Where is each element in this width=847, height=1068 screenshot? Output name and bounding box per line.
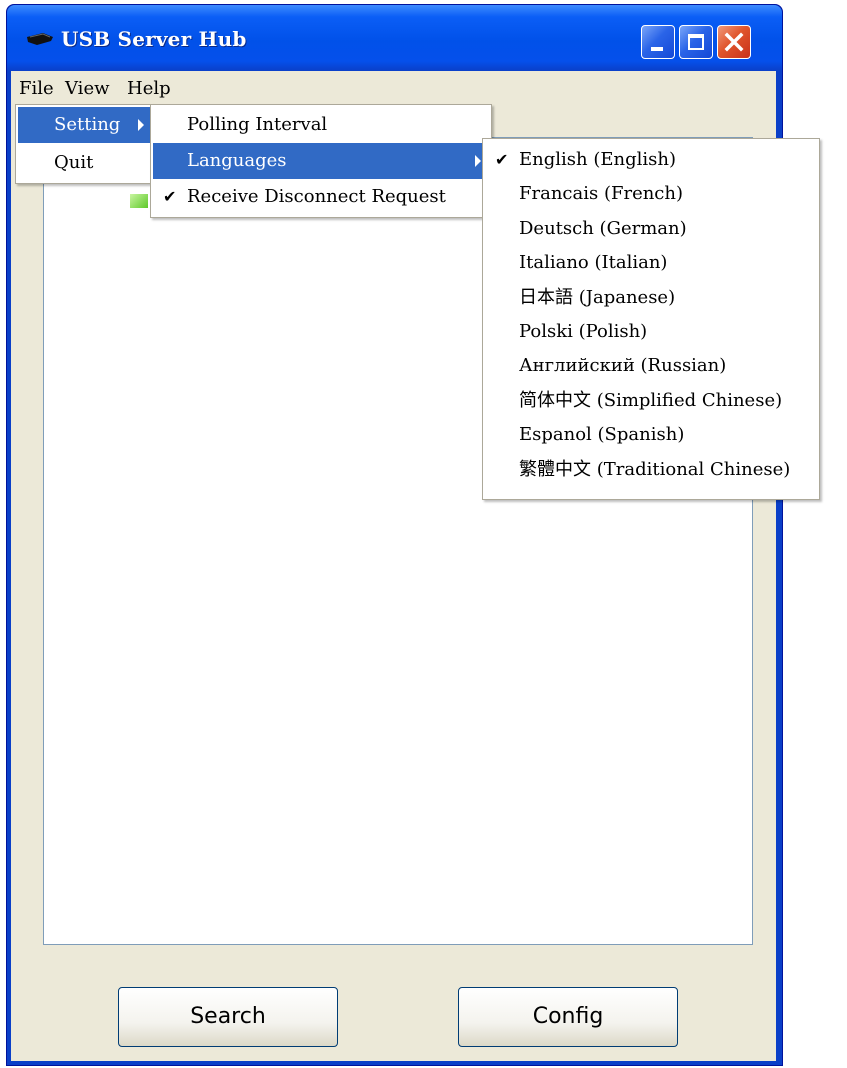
check-icon: ✔: [163, 187, 177, 206]
menu-item-receive-disconnect-request[interactable]: ✔ Receive Disconnect Request: [153, 179, 489, 215]
menu-item-label: English (English): [519, 149, 676, 170]
menu-item-setting[interactable]: Setting: [18, 107, 152, 143]
minimize-button[interactable]: [641, 25, 675, 59]
menu-item-label: Polling Interval: [187, 114, 328, 135]
menu-item-label: Polski (Polish): [519, 321, 648, 342]
menu-item-label: 简体中文 (Simplified Chinese): [519, 389, 783, 411]
menu-file[interactable]: File: [13, 75, 60, 103]
maximize-button[interactable]: [679, 25, 713, 59]
menu-item-label: Deutsch (German): [519, 217, 687, 239]
close-icon: [724, 32, 744, 52]
window-title: USB Server Hub: [61, 27, 247, 51]
language-item-italian[interactable]: Italiano (Italian): [485, 246, 817, 280]
menu-item-label: Setting: [54, 114, 121, 135]
language-item-german[interactable]: Deutsch (German): [485, 212, 817, 246]
language-item-french[interactable]: Francais (French): [485, 177, 817, 211]
language-item-simplified-chinese[interactable]: 简体中文 (Simplified Chinese): [485, 384, 817, 418]
menu-bar: File View Help: [11, 71, 776, 107]
submenu-arrow-icon: [475, 155, 481, 167]
language-item-russian[interactable]: Английский (Russian): [485, 349, 817, 383]
menu-item-label: 繁體中文 (Traditional Chinese): [519, 458, 791, 480]
close-button[interactable]: [717, 25, 751, 59]
setting-submenu: Polling Interval Languages ✔ Receive Dis…: [150, 104, 492, 218]
file-menu: Setting Quit: [15, 104, 155, 184]
languages-submenu: ✔ English (English) Francais (French) De…: [482, 138, 820, 500]
menu-help[interactable]: Help: [121, 75, 177, 103]
menu-item-label: Languages: [187, 150, 287, 171]
menu-item-label: Receive Disconnect Request: [187, 186, 446, 207]
menu-item-languages[interactable]: Languages: [153, 143, 489, 179]
menu-item-label: Quit: [54, 152, 94, 173]
menu-item-label: Английский (Russian): [519, 355, 727, 377]
check-icon: ✔: [495, 150, 509, 169]
menu-view[interactable]: View: [59, 75, 116, 103]
maximize-icon: [688, 34, 704, 50]
menu-item-polling-interval[interactable]: Polling Interval: [153, 107, 489, 143]
search-button[interactable]: Search: [118, 987, 338, 1047]
app-device-icon: [27, 33, 53, 45]
language-item-japanese[interactable]: 日本語 (Japanese): [485, 281, 817, 315]
language-item-traditional-chinese[interactable]: 繁體中文 (Traditional Chinese): [485, 453, 817, 487]
submenu-arrow-icon: [138, 119, 144, 131]
menu-item-label: Espanol (Spanish): [519, 424, 685, 446]
menu-item-quit[interactable]: Quit: [18, 145, 152, 181]
menu-item-label: 日本語 (Japanese): [519, 286, 676, 308]
device-status-icon: [130, 194, 148, 208]
menu-item-label: Italiano (Italian): [519, 252, 668, 274]
language-item-polish[interactable]: Polski (Polish): [485, 315, 817, 349]
language-item-english[interactable]: ✔ English (English): [485, 143, 817, 177]
minimize-icon: [651, 47, 663, 51]
menu-item-label: Francais (French): [519, 183, 684, 205]
language-item-spanish[interactable]: Espanol (Spanish): [485, 418, 817, 452]
title-bar[interactable]: USB Server Hub: [7, 5, 782, 71]
config-button[interactable]: Config: [458, 987, 678, 1047]
